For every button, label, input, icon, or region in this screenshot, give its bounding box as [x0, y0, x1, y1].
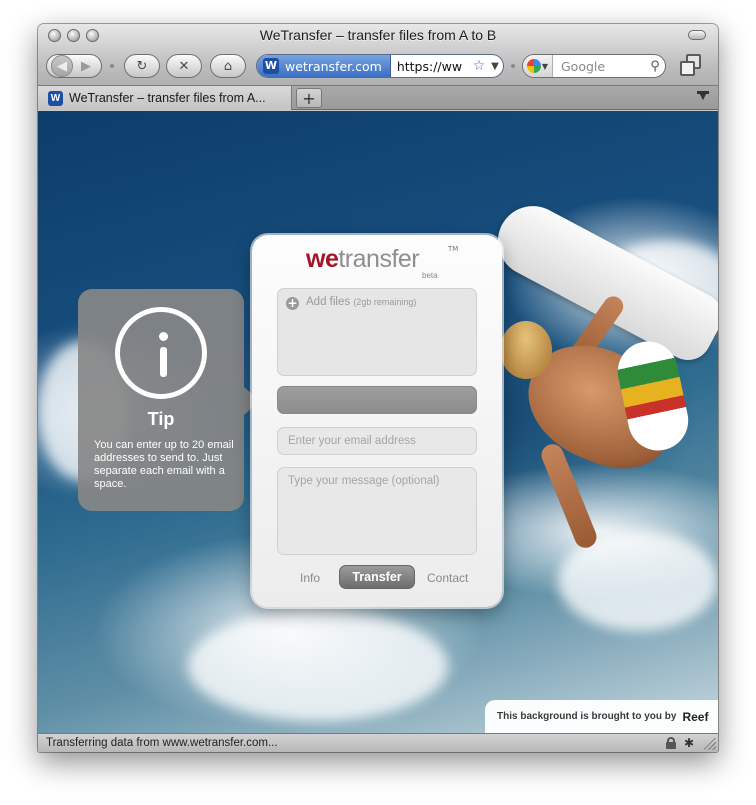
browser-toolbar: WeTransfer – transfer files from A to B …: [38, 24, 718, 86]
search-input[interactable]: Google: [553, 59, 645, 74]
logo-trademark: TM: [448, 245, 459, 253]
url-dropdown-icon[interactable]: ▼: [487, 61, 503, 72]
stop-button[interactable]: ✕: [166, 54, 202, 78]
contact-link[interactable]: Contact: [427, 571, 468, 585]
url-text[interactable]: https://ww: [391, 59, 471, 74]
search-bar[interactable]: ▼ Google ⚲: [522, 54, 666, 78]
info-icon-dot: [159, 332, 168, 341]
reload-button[interactable]: ↻: [124, 54, 160, 78]
tab-list-icon[interactable]: ▼: [696, 91, 710, 103]
google-icon: [526, 59, 541, 73]
info-icon-bar: [160, 347, 167, 377]
browser-window: WeTransfer – transfer files from A to B …: [38, 24, 718, 752]
wetransfer-favicon-icon: W: [263, 58, 279, 74]
email-field[interactable]: [277, 427, 477, 455]
webpage: Tip You can enter up to 20 email address…: [38, 111, 718, 733]
tab-bar: W WeTransfer – transfer files from A... …: [38, 86, 718, 110]
logo-we: we: [306, 245, 339, 273]
stop-icon: ✕: [178, 58, 190, 74]
add-files-area[interactable]: + Add files (2gb remaining): [277, 288, 477, 376]
forward-button[interactable]: ▶: [75, 55, 97, 77]
back-arrow-icon: ◀: [57, 58, 67, 74]
new-tab-button[interactable]: +: [296, 88, 322, 108]
search-engine-selector[interactable]: ▼: [523, 55, 553, 77]
forward-arrow-icon: ▶: [81, 58, 91, 74]
back-forward-buttons: ◀ ▶: [46, 54, 102, 78]
info-link[interactable]: Info: [300, 571, 320, 585]
wetransfer-favicon-icon: W: [48, 90, 63, 106]
status-bar: Transferring data from www.wetransfer.co…: [38, 733, 718, 752]
tab-wetransfer[interactable]: W WeTransfer – transfer files from A...: [38, 86, 292, 110]
wave-spray: [188, 611, 448, 721]
remaining-quota: (2gb remaining): [353, 297, 417, 307]
info-icon: [115, 307, 207, 399]
upload-progress-bar: [277, 386, 477, 414]
logo-transfer: transfer: [338, 245, 420, 273]
address-bar[interactable]: W wetransfer.com https://ww ☆ ▼: [256, 54, 504, 78]
star-icon[interactable]: ☆: [471, 58, 487, 74]
plus-icon[interactable]: +: [286, 297, 299, 310]
tip-title: Tip: [147, 409, 175, 429]
credit-brand-link[interactable]: Reef: [682, 710, 708, 724]
chevron-down-icon: ▼: [541, 61, 549, 71]
lock-icon[interactable]: [666, 737, 676, 749]
back-button[interactable]: ◀: [51, 55, 73, 77]
home-button[interactable]: ⌂: [210, 54, 246, 78]
toolbar-separator: [110, 64, 114, 68]
tab-overview-button[interactable]: [678, 54, 704, 78]
surfer-head-image: [500, 321, 552, 379]
search-icon[interactable]: ⚲: [645, 59, 665, 74]
lock-body: [666, 742, 676, 749]
add-files-label[interactable]: Add files (2gb remaining): [306, 296, 416, 308]
transfer-panel: wetransfer TM beta + Add files (2gb rema…: [252, 235, 502, 607]
toolbar-toggle-button[interactable]: [688, 30, 706, 40]
resize-grip[interactable]: [704, 738, 716, 750]
home-icon: ⌂: [223, 58, 233, 74]
tab-label: WeTransfer – transfer files from A...: [69, 91, 266, 105]
bug-icon[interactable]: ✱: [684, 736, 696, 750]
status-text: Transferring data from www.wetransfer.co…: [46, 737, 278, 749]
window-title: WeTransfer – transfer files from A to B: [259, 27, 497, 43]
credit-text: This background is brought to you by: [497, 711, 677, 722]
tip-text: You can enter up to 20 email addresses t…: [94, 439, 234, 490]
logo-beta: beta: [422, 271, 438, 280]
tab-overview-icon-front: [680, 61, 695, 76]
toolbar-separator: [511, 64, 515, 68]
site-identity-label: wetransfer.com: [285, 58, 382, 74]
background-credit[interactable]: This background is brought to you by Ree…: [485, 700, 718, 733]
add-files-text: Add files: [306, 296, 351, 308]
message-field[interactable]: [277, 467, 477, 555]
tip-bubble: Tip You can enter up to 20 email address…: [78, 289, 244, 511]
site-identity[interactable]: W wetransfer.com: [257, 55, 391, 77]
reload-icon: ↻: [136, 58, 148, 74]
transfer-button[interactable]: Transfer: [339, 565, 415, 589]
